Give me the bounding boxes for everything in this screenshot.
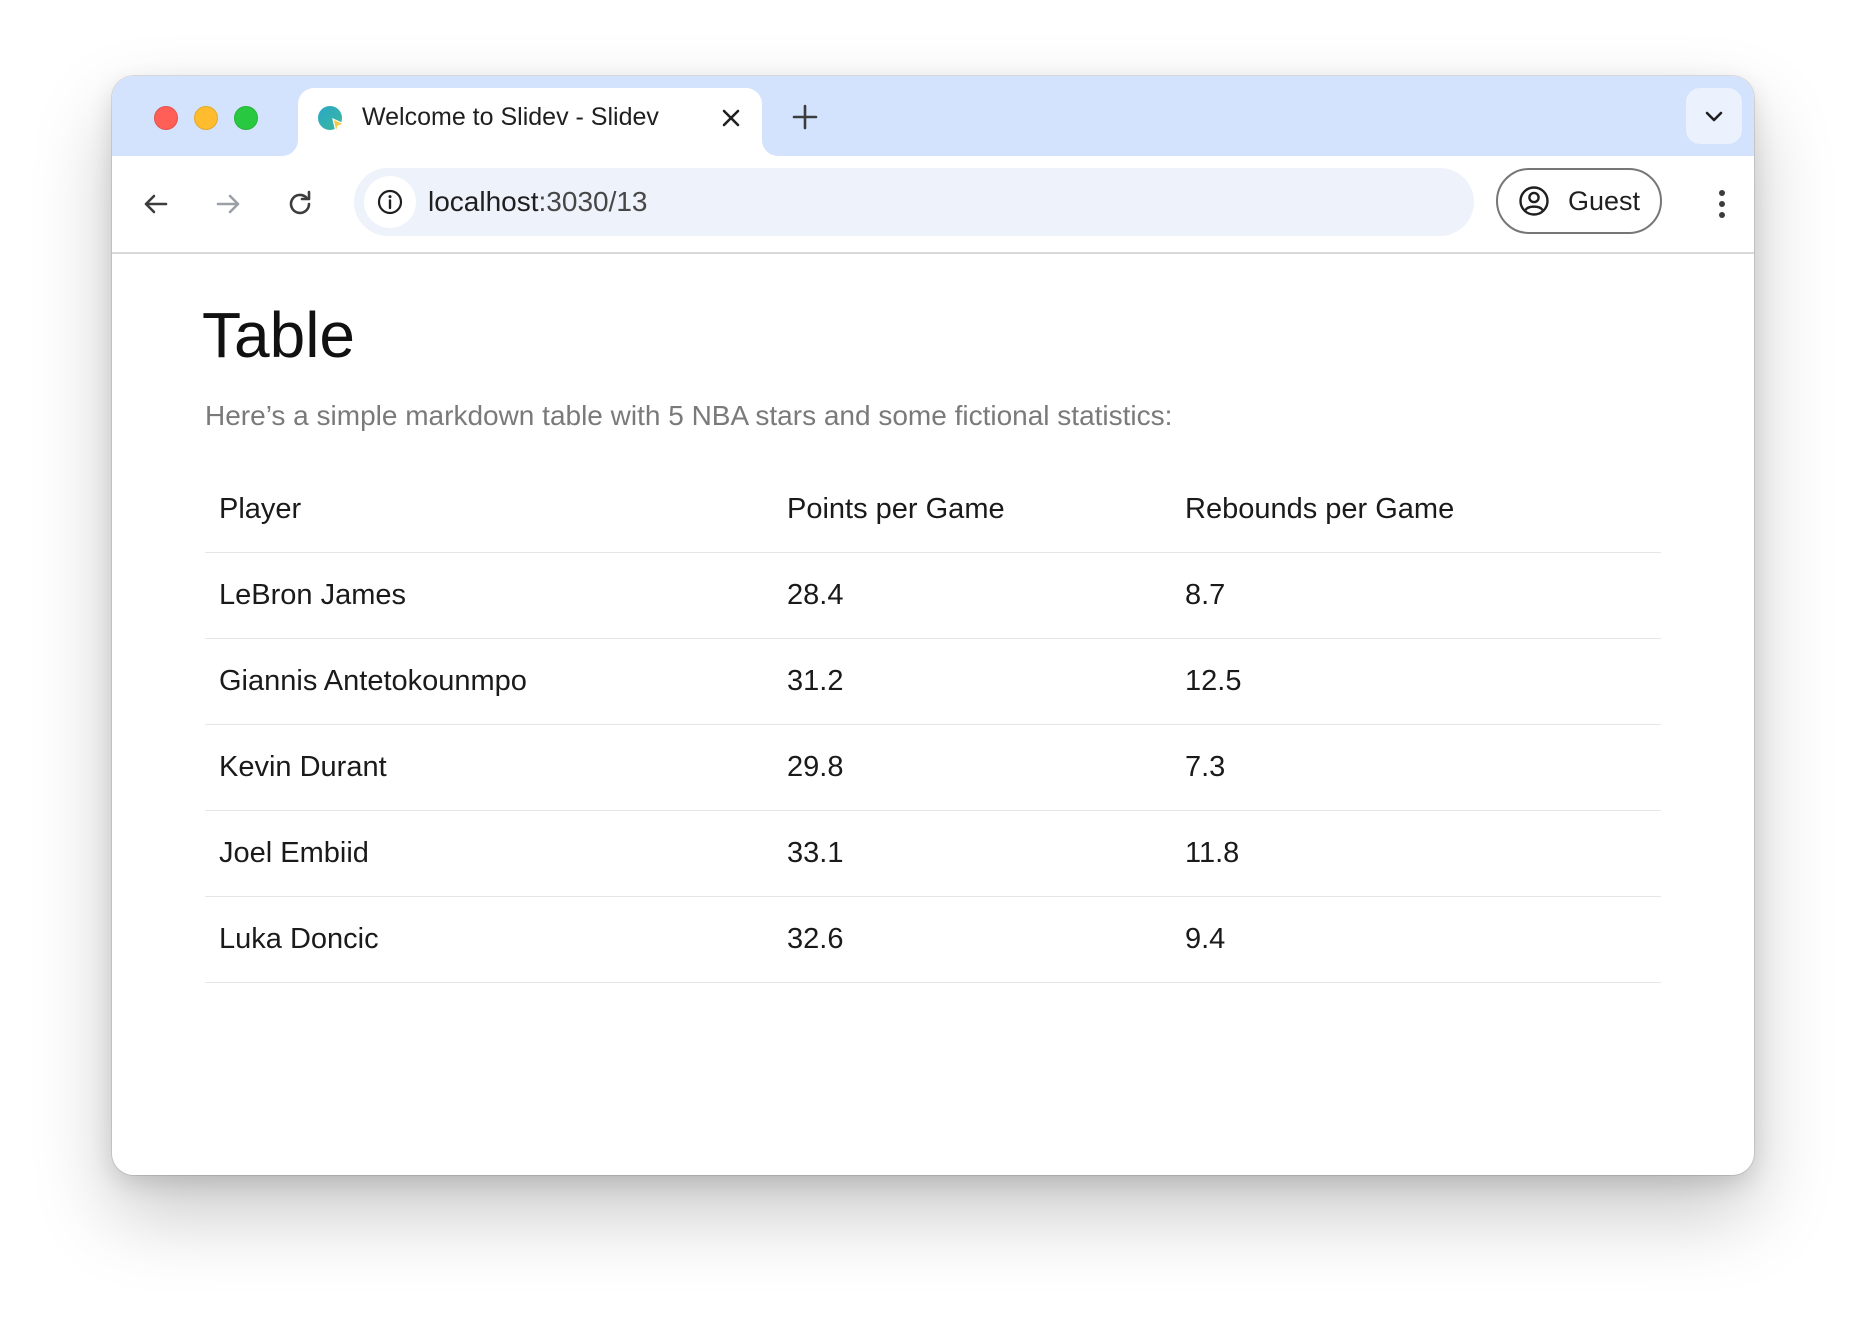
- header-player: Player: [205, 467, 773, 553]
- url-text: localhost:3030/13: [428, 168, 648, 236]
- cell-points: 32.6: [773, 896, 1171, 983]
- tab-title: Welcome to Slidev - Slidev: [362, 103, 659, 131]
- back-arrow-icon[interactable]: [138, 186, 174, 222]
- cell-rebounds: 9.4: [1171, 896, 1661, 983]
- tab-active[interactable]: Welcome to Slidev - Slidev: [298, 88, 762, 156]
- table-row: LeBron James 28.4 8.7: [205, 552, 1661, 639]
- slide-title: Table: [202, 299, 355, 371]
- forward-arrow-icon[interactable]: [210, 186, 246, 222]
- cell-player: Luka Doncic: [205, 896, 773, 983]
- table-row: Kevin Durant 29.8 7.3: [205, 724, 1661, 811]
- profile-button[interactable]: Guest: [1496, 168, 1662, 234]
- site-info-button[interactable]: [364, 176, 416, 228]
- tab-close-icon[interactable]: [718, 105, 744, 131]
- slidev-favicon-icon: [318, 106, 346, 134]
- window-zoom-button[interactable]: [234, 106, 258, 130]
- stats-table: Player Points per Game Rebounds per Game…: [205, 467, 1661, 983]
- account-circle-icon: [1519, 186, 1549, 216]
- address-bar[interactable]: localhost:3030/13: [354, 168, 1474, 236]
- table-header-row: Player Points per Game Rebounds per Game: [205, 467, 1661, 553]
- cell-rebounds: 8.7: [1171, 552, 1661, 639]
- browser-window: Welcome to Slidev - Slidev localhost:303…: [112, 76, 1754, 1175]
- screenshot-stage: Welcome to Slidev - Slidev localhost:303…: [0, 0, 1860, 1320]
- more-vertical-icon[interactable]: [1702, 184, 1742, 224]
- cell-points: 28.4: [773, 552, 1171, 639]
- header-rebounds: Rebounds per Game: [1171, 467, 1661, 553]
- table-row: Giannis Antetokounmpo 31.2 12.5: [205, 638, 1661, 725]
- tab-strip: Welcome to Slidev - Slidev: [112, 76, 1754, 156]
- info-icon: [377, 189, 403, 215]
- cell-rebounds: 7.3: [1171, 724, 1661, 811]
- cell-points: 31.2: [773, 638, 1171, 725]
- slide-content: Table Here’s a simple markdown table wit…: [112, 254, 1754, 1175]
- cell-rebounds: 11.8: [1171, 810, 1661, 897]
- url-host: localhost: [428, 186, 539, 217]
- slide-subtitle: Here’s a simple markdown table with 5 NB…: [205, 400, 1173, 431]
- chevron-down-icon: [1705, 111, 1723, 122]
- reload-icon[interactable]: [282, 186, 318, 222]
- cell-player: Giannis Antetokounmpo: [205, 638, 773, 725]
- table-row: Luka Doncic 32.6 9.4: [205, 896, 1661, 983]
- cell-points: 29.8: [773, 724, 1171, 811]
- tab-search-button[interactable]: [1686, 88, 1742, 144]
- cell-player: Joel Embiid: [205, 810, 773, 897]
- cell-player: LeBron James: [205, 552, 773, 639]
- table-row: Joel Embiid 33.1 11.8: [205, 810, 1661, 897]
- cell-player: Kevin Durant: [205, 724, 773, 811]
- window-close-button[interactable]: [154, 106, 178, 130]
- cell-rebounds: 12.5: [1171, 638, 1661, 725]
- window-minimize-button[interactable]: [194, 106, 218, 130]
- header-points: Points per Game: [773, 467, 1171, 553]
- new-tab-plus-icon[interactable]: [788, 100, 822, 134]
- url-path: :3030/13: [538, 186, 648, 217]
- profile-label: Guest: [1568, 186, 1641, 216]
- cell-points: 33.1: [773, 810, 1171, 897]
- browser-toolbar: localhost:3030/13 Guest: [112, 156, 1754, 254]
